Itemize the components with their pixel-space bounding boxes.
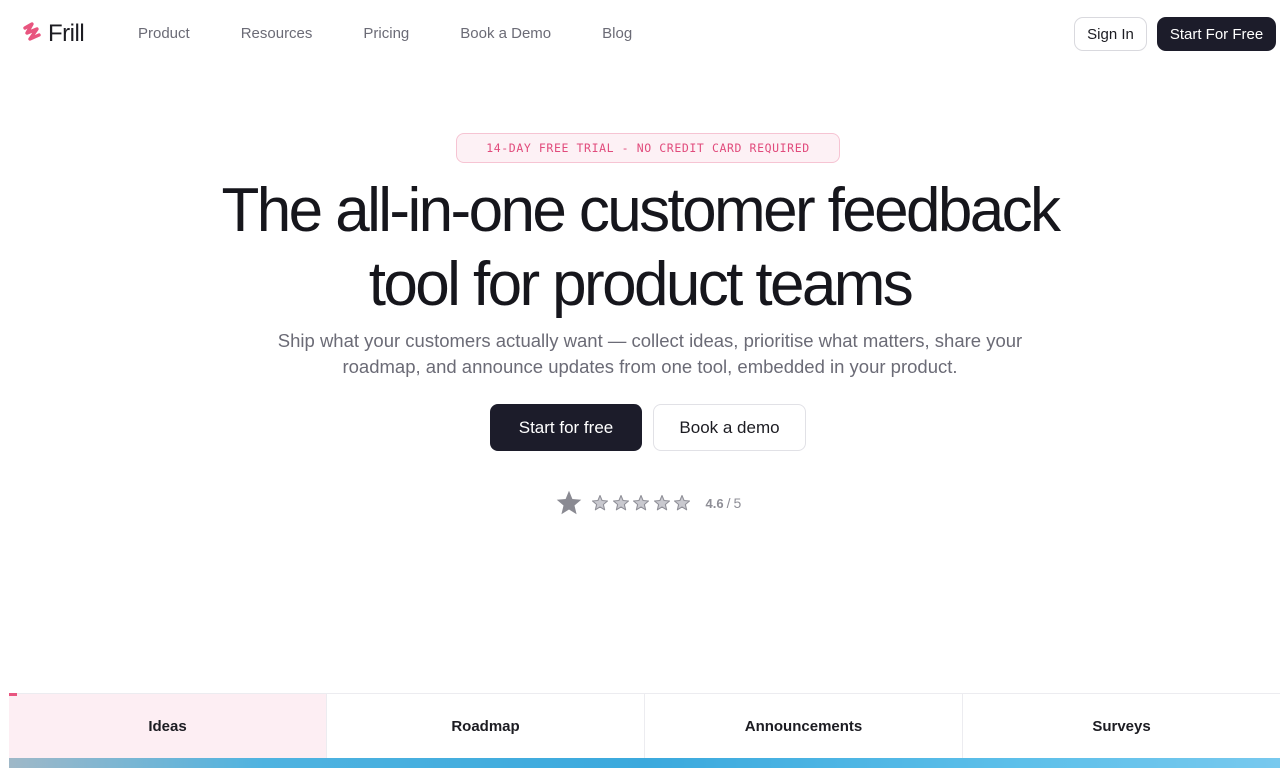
- star-outline-icon: [673, 494, 691, 511]
- tab-announcements[interactable]: Announcements: [645, 694, 963, 759]
- hero-subhead-line2: roadmap, and announce updates from one t…: [342, 356, 958, 377]
- sign-in-button[interactable]: Sign In: [1074, 17, 1147, 51]
- star-outline-icon: [591, 494, 609, 511]
- start-for-free-button[interactable]: Start for free: [490, 404, 642, 451]
- star-icon: [556, 490, 582, 515]
- hero-headline: The all-in-one customer feedback tool fo…: [140, 174, 1140, 322]
- brand-name: Frill: [48, 20, 85, 47]
- nav-link-book-demo[interactable]: Book a Demo: [460, 24, 551, 44]
- product-preview-strip: [9, 758, 1280, 768]
- tab-surveys-label: Surveys: [1092, 718, 1151, 735]
- tab-roadmap-label: Roadmap: [451, 718, 520, 735]
- rating-score: 4.6: [705, 496, 724, 511]
- top-nav: Frill Product Resources Pricing Book a D…: [0, 0, 1280, 68]
- rating-value: 4.6 / 5: [706, 495, 742, 511]
- tab-progress-indicator: [9, 693, 17, 696]
- rating-max: 5: [733, 495, 742, 511]
- tab-surveys[interactable]: Surveys: [963, 694, 1280, 759]
- nav-link-blog[interactable]: Blog: [602, 24, 632, 44]
- product-tabs: Ideas Roadmap Announcements Surveys: [9, 693, 1280, 759]
- nav-link-product[interactable]: Product: [138, 24, 190, 44]
- start-free-nav-button[interactable]: Start For Free: [1157, 17, 1276, 51]
- hero-subhead-line1: Ship what your customers actually want —…: [277, 330, 1023, 351]
- tab-roadmap[interactable]: Roadmap: [327, 694, 645, 759]
- tab-ideas[interactable]: Ideas: [9, 693, 327, 759]
- brand-logo[interactable]: Frill: [22, 20, 85, 48]
- nav-link-pricing[interactable]: Pricing: [363, 24, 409, 44]
- hero-subhead: Ship what your customers actually want —…: [220, 328, 1080, 380]
- rating-separator: /: [726, 495, 731, 511]
- tab-announcements-label: Announcements: [744, 718, 863, 735]
- free-trial-badge: 14-DAY FREE TRIAL - NO CREDIT CARD REQUI…: [456, 133, 840, 163]
- nav-link-resources[interactable]: Resources: [241, 24, 313, 44]
- free-trial-badge-text: 14-DAY FREE TRIAL - NO CREDIT CARD REQUI…: [486, 141, 810, 155]
- frill-logo-icon: [23, 22, 41, 41]
- tab-ideas-label: Ideas: [148, 718, 187, 735]
- star-outline-icon: [632, 494, 650, 511]
- rating-stars: [591, 494, 694, 512]
- hero-headline-line1: The all-in-one customer feedback: [221, 176, 1062, 245]
- nav-links: Product Resources Pricing Book a Demo Bl…: [138, 24, 632, 44]
- star-outline-icon: [653, 494, 670, 511]
- star-outline-icon: [612, 494, 629, 511]
- hero-headline-line2: tool for product teams: [368, 250, 914, 319]
- book-demo-button[interactable]: Book a demo: [653, 404, 806, 451]
- rating: 4.6 / 5: [555, 489, 741, 517]
